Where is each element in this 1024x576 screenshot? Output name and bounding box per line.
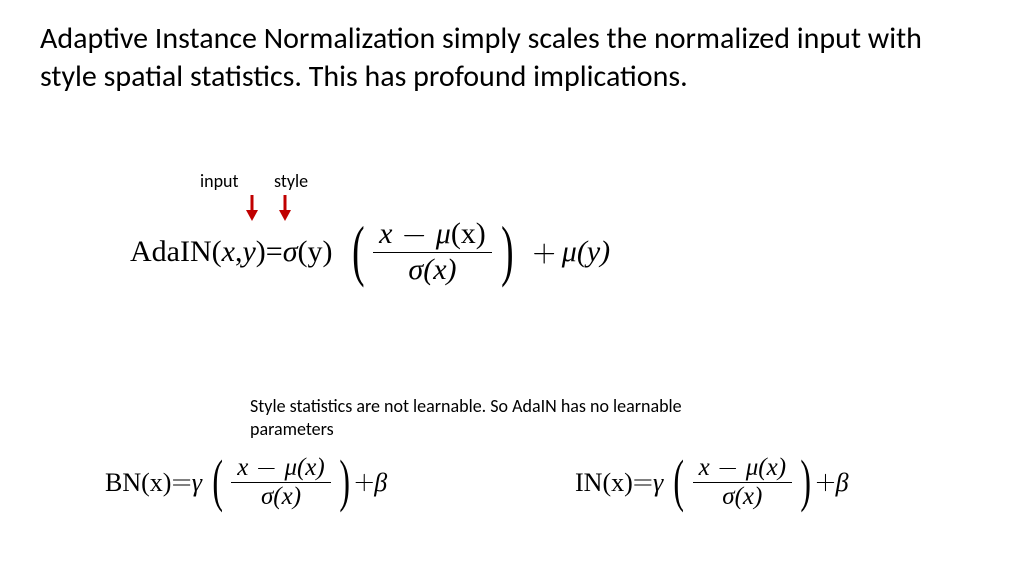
bn-fn: BN bbox=[105, 468, 141, 498]
label-style: style bbox=[274, 170, 308, 192]
mu-of-y: μ(y) bbox=[562, 235, 610, 269]
paren-open: ( bbox=[212, 235, 222, 269]
in-lparen: ( bbox=[674, 458, 685, 504]
equation-bn: BN(x) = γ ( x − μ(x) σ(x) ) + β bbox=[105, 455, 387, 511]
fn-name: AdaIN bbox=[130, 235, 212, 269]
den-sigma-of-x: σ(x) bbox=[408, 253, 456, 286]
bn-rparen: ) bbox=[339, 458, 350, 504]
in-arg: (x) bbox=[602, 468, 632, 498]
label-input: input bbox=[200, 170, 239, 192]
big-lparen: ( bbox=[352, 223, 364, 277]
equation-in: IN(x) = γ ( x − μ(x) σ(x) ) + β bbox=[575, 455, 849, 511]
in-den: σ(x) bbox=[722, 483, 762, 510]
in-gamma: γ bbox=[653, 468, 663, 498]
bn-equals: = bbox=[171, 467, 191, 498]
in-fraction: x − μ(x) σ(x) bbox=[693, 455, 792, 511]
in-rparen: ) bbox=[800, 458, 811, 504]
in-mu-of-x: μ(x) bbox=[746, 454, 786, 481]
in-fn: IN bbox=[575, 468, 602, 498]
bn-mu-of-x: μ(x) bbox=[284, 454, 324, 481]
in-minus: − bbox=[710, 455, 746, 480]
bn-plus: + bbox=[354, 467, 374, 498]
bn-gamma: γ bbox=[192, 468, 202, 498]
bn-minus: − bbox=[248, 455, 284, 480]
num-of-x: (x) bbox=[451, 217, 486, 250]
big-rparen: ) bbox=[501, 223, 513, 277]
bn-num-x: x bbox=[237, 454, 248, 481]
bn-arg: (x) bbox=[141, 468, 171, 498]
bn-fraction: x − μ(x) σ(x) bbox=[231, 455, 330, 511]
paren-close: ) bbox=[256, 235, 266, 269]
num-mu: μ bbox=[436, 217, 451, 250]
sigma: σ bbox=[283, 235, 298, 269]
in-beta: β bbox=[836, 468, 849, 498]
bn-beta: β bbox=[374, 468, 387, 498]
arg-y: y bbox=[242, 235, 255, 269]
plus: + bbox=[532, 234, 555, 270]
slide: Adaptive Instance Normalization simply s… bbox=[0, 0, 1024, 576]
num-minus: − bbox=[392, 219, 435, 249]
in-plus: + bbox=[815, 467, 835, 498]
arg-x: x bbox=[222, 235, 235, 269]
equation-adain: AdaIN(x, y) = σ(y) ( x − μ(x) σ(x) ) + μ… bbox=[130, 218, 610, 286]
equals: = bbox=[266, 235, 283, 269]
bn-den: σ(x) bbox=[261, 483, 301, 510]
slide-title: Adaptive Instance Normalization simply s… bbox=[40, 20, 984, 95]
num-x: x bbox=[379, 217, 392, 250]
note-text: Style statistics are not learnable. So A… bbox=[250, 395, 710, 440]
fraction-main: x − μ(x) σ(x) bbox=[373, 218, 492, 286]
of-y: (y) bbox=[298, 235, 333, 269]
in-num-x: x bbox=[699, 454, 710, 481]
bn-lparen: ( bbox=[212, 458, 223, 504]
in-equals: = bbox=[633, 467, 653, 498]
